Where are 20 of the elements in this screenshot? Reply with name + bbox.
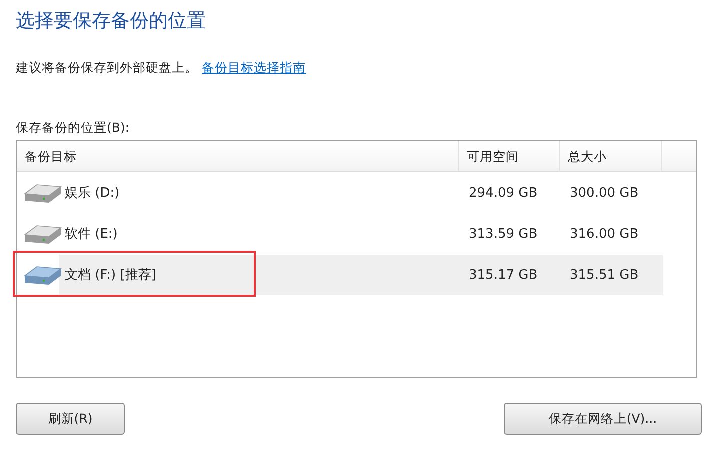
total-size-column-header[interactable]: 总大小 (560, 141, 662, 171)
drive-name: 文档 (F:) [推荐] (65, 267, 156, 284)
guide-link[interactable]: 备份目标选择指南 (202, 60, 306, 75)
drive-name: 软件 (E:) (65, 226, 118, 243)
list-label: 保存备份的位置(B): (16, 120, 131, 137)
total-size-cell-text: 315.51 GB (569, 268, 640, 282)
free-space-column-header[interactable]: 可用空间 (459, 141, 560, 171)
free-space-cell-text: 315.17 GB (468, 268, 539, 282)
total-size-cell-text: 300.00 GB (569, 186, 640, 200)
intro-text: 建议将备份保存到外部硬盘上。 (16, 60, 198, 75)
free-space-cell-text: 313.59 GB (468, 226, 539, 242)
drive-row[interactable]: 软件 (E:) 313.59 GB 316.00 GB (17, 214, 696, 254)
save-on-network-button[interactable]: 保存在网络上(V)... (504, 403, 702, 435)
refresh-button[interactable]: 刷新(R) (16, 403, 125, 435)
total-size-cell-text: 316.00 GB (569, 226, 640, 242)
drive-name: 娱乐 (D:) (65, 185, 120, 202)
name-column-header[interactable]: 备份目标 (17, 141, 459, 171)
free-space-cell-text: 294.09 GB (468, 186, 539, 200)
page-title: 选择要保存备份的位置 (16, 9, 207, 34)
drive-row[interactable]: 娱乐 (D:) 294.09 GB 300.00 GB (17, 173, 696, 213)
